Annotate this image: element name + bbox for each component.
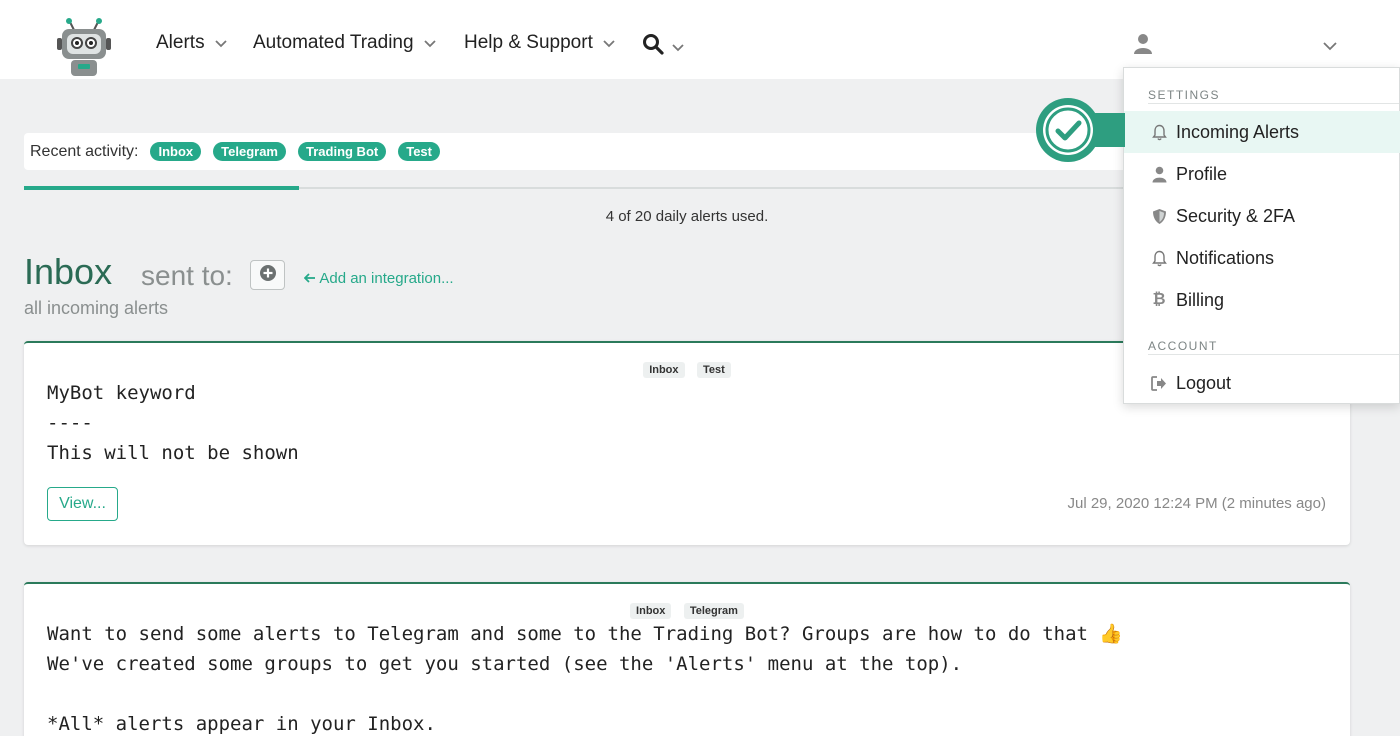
menu-item-profile[interactable]: Profile (1124, 153, 1400, 195)
nav-alerts[interactable]: Alerts (156, 32, 227, 54)
menu-item-label: Incoming Alerts (1176, 121, 1300, 142)
page-subtitle: all incoming alerts (24, 298, 169, 318)
recent-activity-label: Recent activity: (30, 142, 139, 160)
menu-item-incoming-alerts[interactable]: Incoming Alerts (1124, 111, 1400, 153)
menu-item-label: Profile (1176, 163, 1228, 184)
chevron-down-icon (672, 36, 684, 58)
shield-icon (1151, 207, 1167, 225)
alert-line: MyBot keyword (47, 382, 196, 404)
add-destination-button[interactable] (250, 260, 285, 290)
menu-item-notifications[interactable]: Notifications (1124, 237, 1400, 279)
menu-item-label: Billing (1176, 289, 1225, 310)
plus-circle-icon (259, 264, 277, 287)
account-header: ACCOUNT (1148, 339, 1218, 353)
menu-item-label: Security & 2FA (1176, 205, 1296, 226)
alert-line: We've created some groups to get you sta… (47, 653, 963, 675)
alert-tags: Inbox Telegram (24, 601, 1350, 619)
nav-help-support-label: Help & Support (464, 32, 593, 53)
menu-item-logout[interactable]: Logout (1124, 362, 1400, 404)
bitcoin-icon: ₿ (1152, 291, 1166, 308)
recent-pill-test[interactable]: Test (398, 142, 440, 161)
user-dropdown-menu: SETTINGS Incoming Alerts Profile Securit… (1123, 67, 1400, 404)
chevron-down-icon[interactable] (1323, 38, 1337, 56)
tag-test[interactable]: Test (696, 362, 731, 378)
menu-item-billing[interactable]: ₿ Billing (1124, 279, 1400, 321)
dropdown-divider (1148, 103, 1399, 104)
recent-pill-trading-bot[interactable]: Trading Bot (298, 142, 387, 161)
bell-icon (1151, 123, 1167, 141)
logout-icon (1151, 374, 1167, 392)
page-title: Inbox (24, 251, 113, 292)
alert-card: Inbox Telegram Want to send some alerts … (24, 582, 1350, 736)
settings-header: SETTINGS (1148, 88, 1221, 102)
usage-progress-fill (24, 186, 300, 190)
sent-to-label: sent to: (141, 260, 233, 291)
recent-activity-bar: Recent activity: Inbox Telegram Trading … (24, 133, 1154, 170)
tag-inbox[interactable]: Inbox (643, 362, 685, 378)
nav-automated-trading[interactable]: Automated Trading (253, 32, 436, 54)
chevron-down-icon (214, 32, 227, 54)
nav-help-support[interactable]: Help & Support (464, 32, 615, 54)
nav-search[interactable] (642, 33, 684, 61)
alert-timestamp: Jul 29, 2020 12:24 PM (2 minutes ago) (1067, 495, 1327, 512)
alert-line: Want to send some alerts to Telegram and… (47, 623, 1124, 645)
chevron-down-icon (603, 32, 615, 54)
nav-automated-trading-label: Automated Trading (253, 32, 414, 53)
tag-inbox[interactable]: Inbox (630, 603, 672, 619)
tag-telegram[interactable]: Telegram (683, 603, 744, 619)
chevron-down-icon (423, 32, 436, 54)
checkmark-badge-icon (1035, 97, 1127, 168)
add-integration-link[interactable]: Add an integration... (303, 270, 454, 287)
dropdown-divider (1148, 354, 1399, 355)
arrow-left-icon (303, 270, 319, 287)
robot-logo[interactable] (54, 16, 114, 80)
menu-item-label: Logout (1176, 372, 1232, 393)
menu-item-label: Notifications (1176, 247, 1275, 268)
alert-line: *All* alerts appear in your Inbox. (47, 713, 436, 735)
search-icon (642, 33, 664, 61)
user-icon (1151, 165, 1167, 183)
alert-line: This will not be shown (47, 442, 299, 464)
alert-line: ---- (47, 412, 93, 434)
view-button[interactable]: View... (47, 487, 118, 521)
recent-pill-inbox[interactable]: Inbox (150, 142, 202, 161)
menu-item-security[interactable]: Security & 2FA (1124, 195, 1400, 237)
recent-pill-telegram[interactable]: Telegram (213, 142, 286, 161)
nav-alerts-label: Alerts (156, 32, 205, 53)
add-integration-label: Add an integration... (319, 270, 454, 287)
bell-icon (1151, 249, 1167, 267)
user-menu-icon[interactable] (1133, 33, 1153, 60)
